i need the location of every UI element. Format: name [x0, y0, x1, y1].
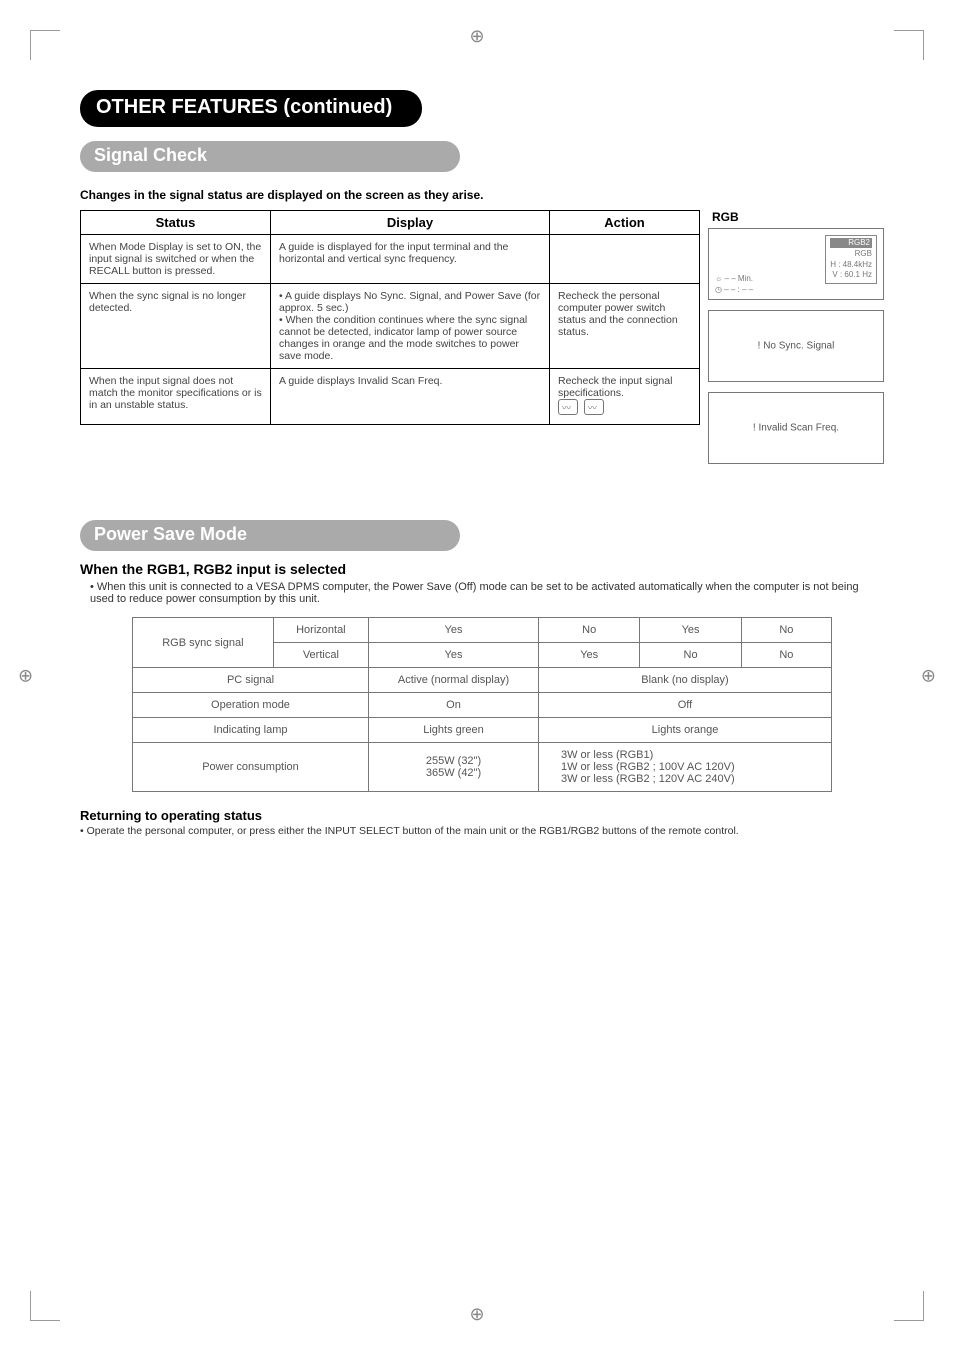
table-cell: Indicating lamp [133, 718, 369, 743]
table-cell: 255W (32") 365W (42") [369, 743, 539, 792]
table-cell: No [640, 643, 741, 668]
wave-icon [558, 399, 578, 415]
rgb-text: RGB [830, 249, 872, 259]
table-cell: When the input signal does not match the… [81, 369, 271, 425]
power-save-subhead: When the RGB1, RGB2 input is selected [80, 561, 884, 577]
rgb-message: ! No Sync. Signal [758, 341, 835, 352]
power-save-table: RGB sync signal Horizontal Yes No Yes No… [132, 617, 832, 792]
returning-note: • Operate the personal computer, or pres… [80, 825, 884, 837]
crop-mark-icon: ⊕ [18, 665, 33, 686]
table-cell: Yes [369, 618, 539, 643]
table-cell: Active (normal display) [369, 668, 539, 693]
rgb-text: – – Min. [725, 274, 753, 283]
crop-mark-icon: ⊕ [921, 665, 936, 686]
table-cell: Vertical [273, 643, 368, 668]
rgb-box-1: RGB2 RGB H : 48.4kHz V : 60.1 Hz ☼ – – M… [708, 228, 884, 300]
table-cell: Yes [369, 643, 539, 668]
table-cell: On [369, 693, 539, 718]
table-cell: When Mode Display is set to ON, the inpu… [81, 235, 271, 284]
table-cell: Power consumption [133, 743, 369, 792]
power-save-desc: • When this unit is connected to a VESA … [80, 581, 884, 605]
table-cell: RGB sync signal [133, 618, 274, 668]
table-cell: Lights orange [539, 718, 832, 743]
clock-icon: ◷ [715, 285, 724, 294]
crop-mark-icon: ⊕ [469, 1304, 484, 1325]
table-cell: • A guide displays No Sync. Signal, and … [271, 284, 550, 369]
wave-icon [584, 399, 604, 415]
rgb-heading: RGB [708, 210, 884, 224]
table-cell: Off [539, 693, 832, 718]
rgb-text: H : 48.4kHz [830, 260, 872, 270]
rgb-message: ! Invalid Scan Freq. [753, 423, 839, 434]
table-cell: No [539, 618, 640, 643]
table-cell [550, 235, 700, 284]
crop-mark-icon: ⊕ [469, 26, 484, 47]
table-cell: A guide displays Invalid Scan Freq. [271, 369, 550, 425]
col-action: Action [550, 211, 700, 235]
section-signal-check: Signal Check [80, 141, 460, 172]
signal-changes-note: Changes in the signal status are display… [80, 188, 884, 202]
table-cell: Recheck the personal computer power swit… [550, 284, 700, 369]
table-cell: Yes [539, 643, 640, 668]
table-cell: Lights green [369, 718, 539, 743]
rgb-box-3: ! Invalid Scan Freq. [708, 392, 884, 464]
rgb-tag: RGB2 [830, 238, 872, 248]
table-cell: Operation mode [133, 693, 369, 718]
rgb-box-2: ! No Sync. Signal [708, 310, 884, 382]
rgb-text: V : 60.1 Hz [830, 270, 872, 280]
table-cell: No [741, 618, 831, 643]
table-cell: Recheck the input signal specifications. [550, 369, 700, 425]
sun-icon: ☼ [715, 274, 725, 283]
returning-head: Returning to operating status [80, 808, 884, 823]
section-power-save: Power Save Mode [80, 520, 460, 551]
table-cell: PC signal [133, 668, 369, 693]
table-cell: Yes [640, 618, 741, 643]
col-status: Status [81, 211, 271, 235]
table-cell: 3W or less (RGB1) 1W or less (RGB2 ; 100… [539, 743, 832, 792]
table-cell: Horizontal [273, 618, 368, 643]
table-cell: No [741, 643, 831, 668]
table-cell: When the sync signal is no longer detect… [81, 284, 271, 369]
table-cell: Blank (no display) [539, 668, 832, 693]
table-cell: A guide is displayed for the input termi… [271, 235, 550, 284]
col-display: Display [271, 211, 550, 235]
status-table: Status Display Action When Mode Display … [80, 210, 700, 425]
rgb-text: – – : – – [724, 285, 753, 294]
page-title: OTHER FEATURES (continued) [80, 90, 422, 127]
